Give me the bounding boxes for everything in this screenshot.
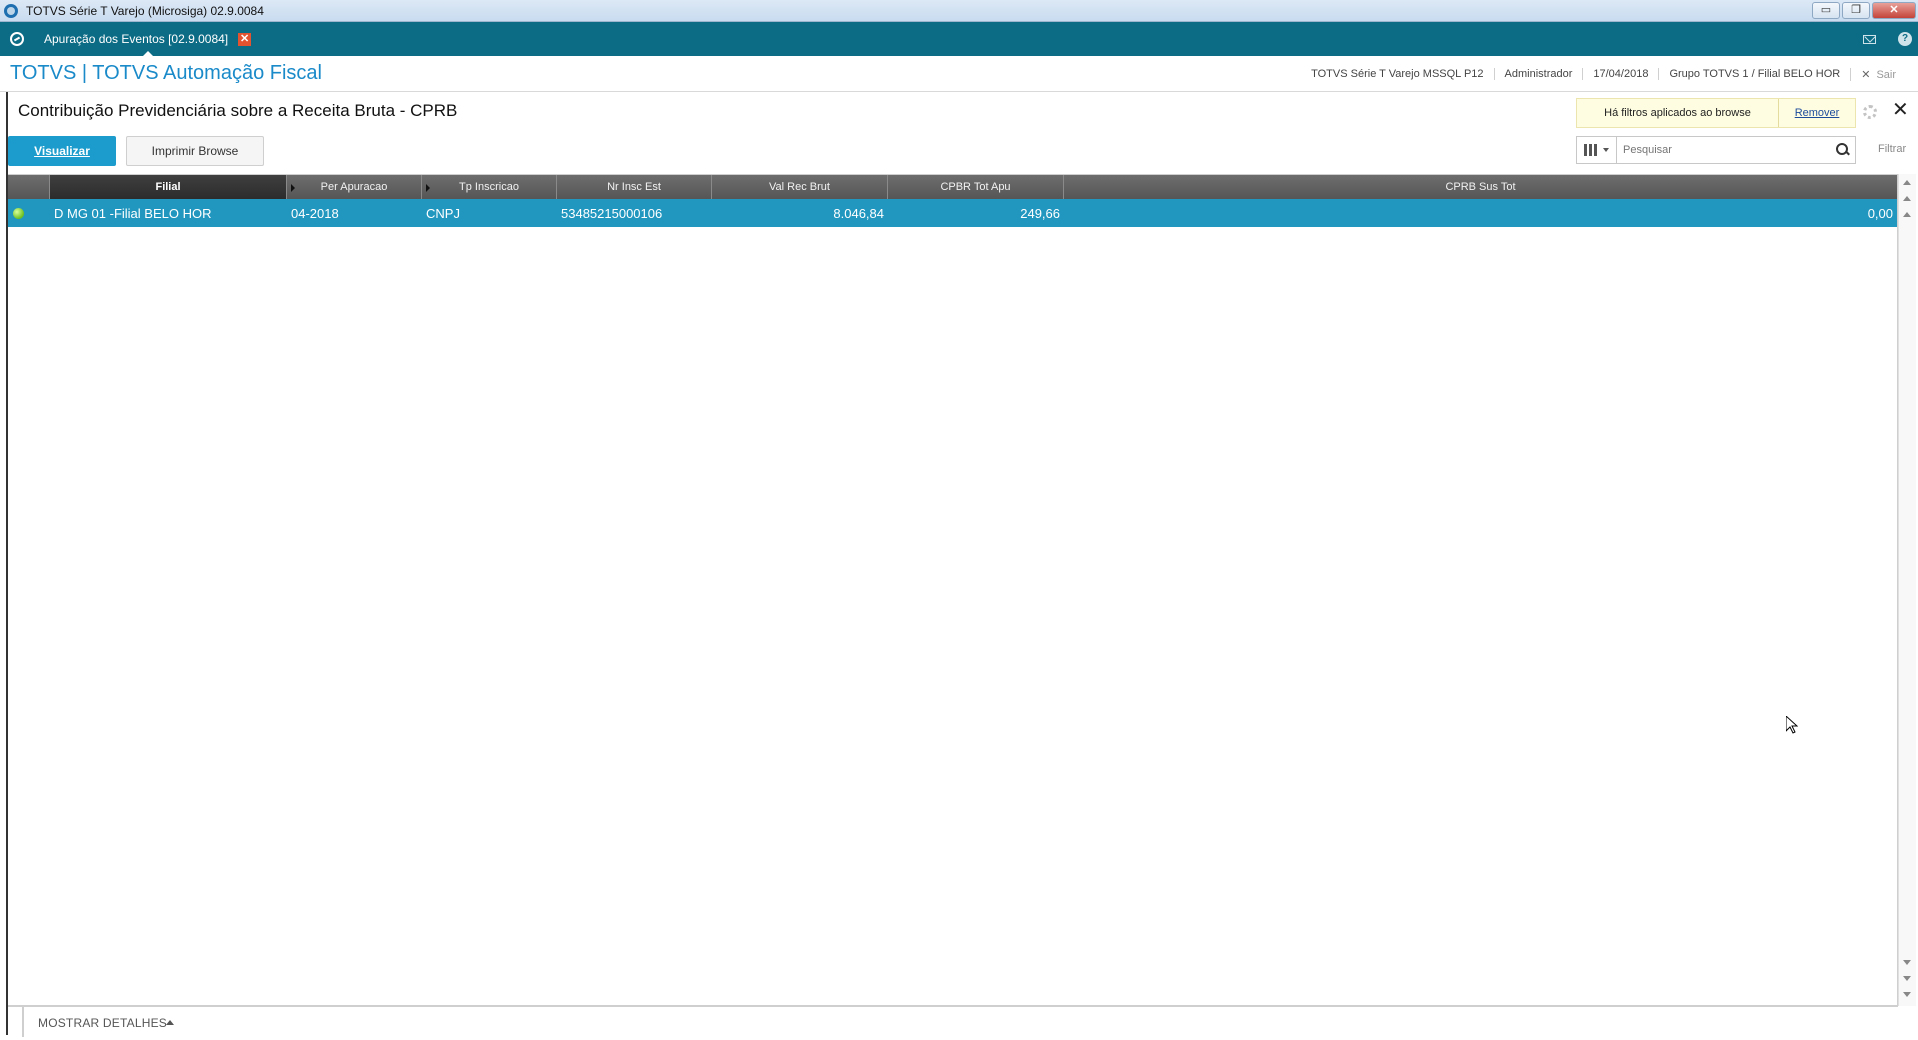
sort-arrow-icon — [426, 184, 430, 192]
browse-grid: Filial Per Apuracao Tp Inscricao Nr Insc… — [8, 174, 1898, 1006]
grid-header: Filial Per Apuracao Tp Inscricao Nr Insc… — [8, 175, 1897, 199]
app-header: TOTVS | TOTVS Automação Fiscal TOTVS Sér… — [0, 56, 1918, 92]
cell-nr-insc-est: 53485215000106 — [561, 205, 663, 221]
cell-tp-inscricao: CNPJ — [426, 205, 460, 221]
app-logo-icon — [4, 3, 18, 18]
home-button[interactable] — [0, 22, 34, 56]
search-input[interactable] — [1617, 138, 1829, 162]
tabbar-actions: ? — [1863, 22, 1912, 56]
view-button[interactable]: Visualizar — [8, 136, 116, 166]
window-title: TOTVS Série T Varejo (Microsiga) 02.9.00… — [26, 3, 264, 18]
chevron-down-icon — [1603, 148, 1609, 152]
environment-label: TOTVS Série T Varejo MSSQL P12 — [1311, 68, 1484, 80]
cell-per-apuracao: 04-2018 — [291, 205, 339, 221]
app-brand: TOTVS | TOTVS Automação Fiscal — [10, 62, 322, 84]
gear-icon[interactable] — [1863, 105, 1877, 119]
session-info: TOTVS Série T Varejo MSSQL P12 Administr… — [1301, 56, 1906, 92]
table-row[interactable]: D MG 01 -Filial BELO HOR 04-2018 CNPJ 53… — [8, 199, 1897, 227]
tab-label: Apuração dos Eventos [02.9.0084] — [44, 32, 229, 46]
scroll-down-icon[interactable] — [1903, 960, 1911, 965]
cell-filial: D MG 01 -Filial BELO HOR — [54, 205, 212, 221]
print-browse-button[interactable]: Imprimir Browse — [126, 136, 264, 166]
branch-label: Grupo TOTVS 1 / Filial BELO HOR — [1658, 68, 1850, 80]
logout-link[interactable]: ✕ Sair — [1850, 67, 1906, 81]
status-legend-icon — [13, 207, 24, 219]
column-header-status — [8, 175, 50, 199]
search-icon[interactable] — [1829, 137, 1855, 163]
sort-arrow-icon — [291, 184, 295, 192]
chevron-up-icon[interactable] — [166, 1020, 174, 1025]
panel-close-icon[interactable]: ✕ — [1892, 100, 1909, 120]
window-close-button[interactable]: ✕ — [1872, 2, 1916, 19]
tab-bar: Apuração dos Eventos [02.9.0084] ✕ ? — [0, 22, 1918, 56]
column-header-val-rec-brut[interactable]: Val Rec Brut — [712, 175, 888, 199]
column-header-cprb-sus-tot[interactable]: CPRB Sus Tot — [1064, 175, 1897, 199]
logout-icon: ✕ — [1861, 68, 1871, 81]
cell-cpbr-tot-apu: 249,66 — [1020, 205, 1060, 221]
minimize-button[interactable]: ▭ — [1812, 2, 1840, 19]
browse-panel: Contribuição Previdenciária sobre a Rece… — [6, 92, 1916, 1037]
logout-label: Sair — [1876, 68, 1896, 81]
filter-notice-text: Há filtros aplicados ao browse — [1577, 99, 1779, 127]
maximize-button[interactable]: ❐ — [1842, 2, 1870, 19]
window-titlebar: TOTVS Série T Varejo (Microsiga) 02.9.00… — [0, 0, 1918, 22]
scroll-top-icon[interactable] — [1903, 180, 1911, 185]
scroll-page-up-icon[interactable] — [1903, 196, 1911, 201]
column-picker-button[interactable] — [1577, 137, 1617, 163]
scroll-up-icon[interactable] — [1903, 212, 1911, 217]
page-title: Contribuição Previdenciária sobre a Rece… — [18, 101, 458, 120]
show-details-toggle[interactable]: MOSTRAR DETALHES — [38, 1016, 167, 1030]
scroll-page-down-icon[interactable] — [1903, 976, 1911, 981]
details-footer: MOSTRAR DETALHES — [8, 1006, 1898, 1037]
column-header-nr-insc-est[interactable]: Nr Insc Est — [557, 175, 712, 199]
column-header-tp-inscricao[interactable]: Tp Inscricao — [422, 175, 557, 199]
totvs-home-icon — [10, 32, 24, 46]
help-icon[interactable]: ? — [1898, 32, 1912, 46]
search-box — [1576, 136, 1856, 164]
tab-apuracao-eventos[interactable]: Apuração dos Eventos [02.9.0084] ✕ — [34, 22, 261, 56]
vertical-scrollbar[interactable] — [1898, 174, 1916, 1006]
filter-notice: Há filtros aplicados ao browse Remover — [1576, 98, 1856, 128]
column-header-per-apuracao[interactable]: Per Apuracao — [287, 175, 422, 199]
footer-divider — [22, 1007, 24, 1037]
window-controls: ▭ ❐ ✕ — [1812, 2, 1916, 19]
cell-val-rec-brut: 8.046,84 — [833, 205, 884, 221]
remove-filter-link[interactable]: Remover — [1779, 107, 1855, 119]
status-cell — [8, 207, 50, 219]
user-label: Administrador — [1493, 68, 1583, 80]
mail-icon[interactable] — [1863, 34, 1876, 44]
cell-cprb-sus-tot: 0,00 — [1867, 205, 1893, 221]
filter-link[interactable]: Filtrar — [1878, 143, 1906, 155]
column-header-cpbr-tot-apu[interactable]: CPBR Tot Apu — [888, 175, 1064, 199]
column-header-filial[interactable]: Filial — [50, 175, 287, 199]
columns-icon — [1584, 144, 1598, 156]
scroll-bottom-icon[interactable] — [1903, 992, 1911, 997]
tab-close-icon[interactable]: ✕ — [238, 32, 252, 46]
column-header-label: Per Apuracao — [320, 181, 388, 193]
column-header-label: Tp Inscricao — [459, 181, 519, 193]
date-label: 17/04/2018 — [1582, 68, 1658, 80]
